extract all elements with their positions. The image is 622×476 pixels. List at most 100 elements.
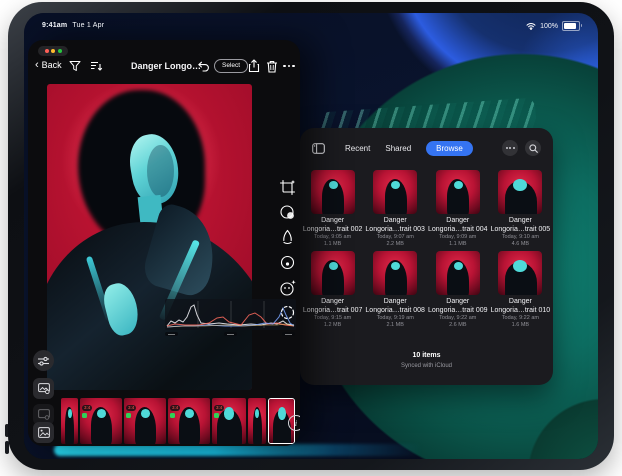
chevron-left-icon: ‹ [35,61,39,70]
aspect-badge: 3:4 [82,405,92,411]
search-icon [529,144,538,153]
file-date: Today, 9:10 am [490,234,550,241]
thumb-badges: 3:4 [126,405,136,418]
file-thumbnail [436,251,480,295]
file-name: Danger [490,298,550,307]
crop-tool-button[interactable] [278,178,297,197]
files-browser-window: Recent Shared Browse Dang [300,128,553,385]
file-size: 1.1 MB [303,241,363,248]
file-date: Today, 9:22 am [490,315,550,322]
close-window-icon[interactable] [45,49,49,53]
file-grid-row-2: Danger Longoria…trait 007 Today, 9:15 am… [300,251,553,329]
file-name: Danger [365,217,425,226]
photo-editor-window: ‹Back Danger Longo… Select [28,40,300,446]
file-date: Today, 9:05 am [303,234,363,241]
file-name: Danger [303,217,363,226]
edited-indicator [126,413,131,418]
photo-canvas[interactable] [47,84,252,390]
file-item[interactable]: Danger Longoria…trait 008 Today, 9:19 am… [365,251,425,329]
file-item[interactable]: Danger Longoria…trait 009 Today, 9:22 am… [428,251,488,329]
file-date: Today, 9:07 am [365,234,425,241]
ipad-device: 9:41amTue 1 Apr 100% Recent [0,0,622,476]
aspect-badge: 3:4 [214,405,224,411]
tab-recent[interactable]: Recent [345,144,370,153]
share-icon[interactable] [247,59,261,73]
file-grid-row-1: Danger Longoria…trait 002 Today, 9:05 am… [300,170,553,248]
thumb-badges: 3:4 [82,405,92,418]
file-item[interactable]: Danger Longoria…trait 007 Today, 9:15 am… [303,251,363,329]
thumb-badges: 3:4 [170,405,180,418]
tab-shared[interactable]: Shared [385,144,411,153]
file-name: Danger [490,217,550,226]
wifi-icon [526,22,536,30]
file-name: Danger [428,217,488,226]
filter-button[interactable] [68,59,82,73]
photo-gear-icon [38,383,50,394]
item-count: 10 items [300,352,553,359]
file-thumbnail [498,251,542,295]
search-button[interactable] [525,140,541,156]
file-item[interactable]: Danger Longoria…trait 010 Today, 9:22 am… [490,251,550,329]
edited-indicator [214,413,219,418]
sidebar-toggle-icon[interactable] [312,143,325,154]
filmstrip-thumb[interactable]: 3:4 [80,398,122,444]
zoom-window-icon[interactable] [58,49,62,53]
filmstrip-thumb[interactable]: 3:4 [168,398,210,444]
filmstrip-thumb[interactable]: 3:4 [124,398,166,444]
edited-indicator [170,413,175,418]
status-bar: 9:41amTue 1 Apr 100% [24,20,598,34]
file-item[interactable]: Danger Longoria…trait 002 Today, 9:05 am… [303,170,363,248]
brush-tool-button[interactable] [278,228,297,247]
ellipsis-icon [506,147,515,149]
file-size: 1.1 MB [428,241,488,248]
file-item[interactable]: Danger Longoria…trait 004 Today, 9:09 am… [428,170,488,248]
file-size: 2.2 MB [365,241,425,248]
edited-indicator [82,413,87,418]
status-date: Tue 1 Apr [72,22,104,29]
photo-settings-button[interactable] [33,378,54,399]
select-button[interactable]: Select [214,59,248,73]
minimize-window-icon[interactable] [51,49,55,53]
trash-icon[interactable] [265,59,279,73]
gallery-button[interactable] [33,422,54,443]
file-size: 2.1 MB [365,322,425,329]
file-name: Danger [428,298,488,307]
histogram-panel [165,299,296,330]
file-date: Today, 9:19 am [365,315,425,322]
browser-header: Recent Shared Browse [300,137,553,159]
file-name: Danger [365,298,425,307]
file-thumbnail [498,170,542,214]
file-thumbnail [311,170,355,214]
status-time: 9:41am [42,22,67,29]
file-thumbnail [373,170,417,214]
selection-tool-button[interactable] [278,303,297,322]
info-button[interactable]: i [288,415,300,431]
file-item[interactable]: Danger Longoria…trait 005 Today, 9:10 am… [490,170,550,248]
file-thumbnail [436,170,480,214]
aspect-badge: 3:4 [126,405,136,411]
white-balance-tool-button[interactable] [278,203,297,222]
clone-tool-button[interactable] [278,253,297,272]
file-date: Today, 9:22 am [428,315,488,322]
filmstrip-thumb[interactable] [248,398,266,444]
sort-button[interactable] [89,59,103,73]
file-size: 4.6 MB [490,241,550,248]
photo-icon [38,427,50,438]
battery-icon [562,21,580,31]
retouch-tool-button[interactable] [278,278,297,297]
file-date: Today, 9:09 am [428,234,488,241]
tab-browse[interactable]: Browse [426,141,473,156]
filmstrip-thumb[interactable] [61,398,78,444]
window-controls[interactable] [38,46,68,56]
more-options-button[interactable] [502,140,518,156]
file-size: 2.6 MB [428,322,488,329]
filmstrip-thumb[interactable]: 3:4 [212,398,246,444]
ipad-frame: 9:41amTue 1 Apr 100% Recent [8,2,614,470]
file-thumbnail [373,251,417,295]
file-item[interactable]: Danger Longoria…trait 003 Today, 9:07 am… [365,170,425,248]
undo-icon[interactable] [196,59,210,73]
back-button[interactable]: ‹Back [35,60,62,70]
sync-status: Synced with iCloud [300,363,553,369]
adjustments-button[interactable] [33,350,54,371]
more-menu-icon[interactable] [282,59,296,73]
